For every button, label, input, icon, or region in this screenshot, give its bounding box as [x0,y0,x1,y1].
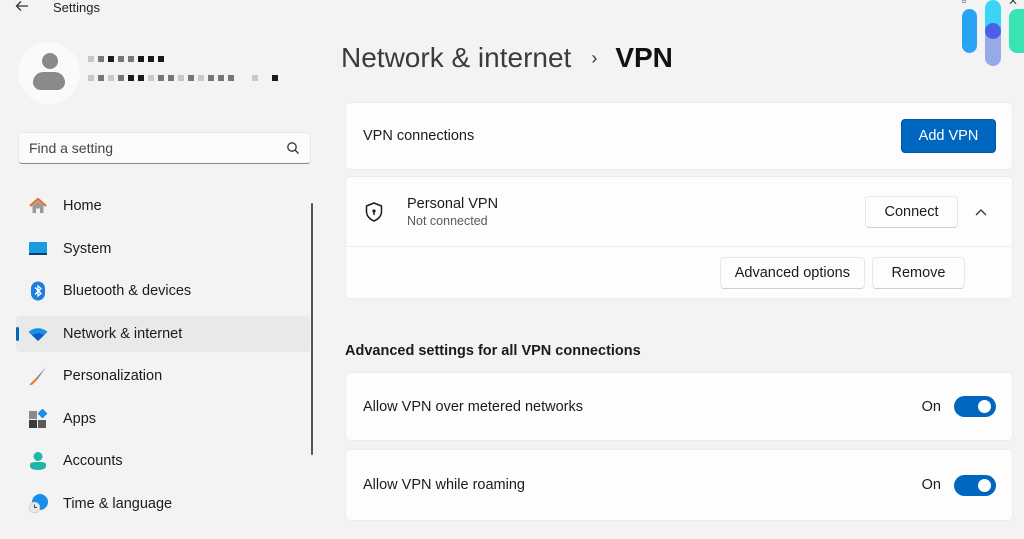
arrow-left-icon [15,1,28,11]
sidebar-item-bluetooth[interactable]: Bluetooth & devices [16,273,310,309]
toggle-state-label: On [921,477,941,493]
avatar[interactable] [18,42,80,104]
sidebar-scrollbar[interactable] [311,203,313,455]
search-box[interactable] [18,132,311,164]
search-input[interactable] [29,140,286,156]
roaming-toggle[interactable] [954,474,996,496]
chevron-up-icon [975,208,987,215]
title-bar: Settings ▫ ✕ [0,0,1024,22]
back-button[interactable] [14,0,36,18]
logo-bar-right [1009,9,1024,53]
setting-label: Allow VPN over metered networks [363,398,583,415]
sidebar-item-network[interactable]: Network & internet [16,315,310,352]
page-title: VPN [615,42,673,73]
brand-logo [960,0,1024,70]
profile-name-redacted [88,56,164,62]
setting-row-metered: Allow VPN over metered networks On [345,372,1013,441]
apps-icon [29,408,48,428]
sidebar-item-label: Accounts [63,453,123,469]
vpn-status: Not connected [407,213,488,228]
account-icon [30,452,46,470]
vpn-connections-label: VPN connections [363,128,475,144]
user-avatar-icon-body [33,72,65,90]
toggle-knob [978,400,991,413]
vpn-name: Personal VPN [407,195,499,212]
section-title: Advanced settings for all VPN connection… [345,343,641,359]
metered-networks-toggle[interactable] [954,396,996,417]
logo-bar-left [962,9,977,53]
time-language-icon [28,493,48,513]
sidebar-item-label: Network & internet [63,325,183,342]
sidebar-item-label: System [63,240,112,257]
sidebar-item-label: Home [63,198,102,214]
connect-button[interactable]: Connect [865,195,958,228]
search-icon[interactable] [286,141,300,155]
sidebar-item-system[interactable]: System [16,231,310,267]
sidebar-item-label: Apps [63,410,97,427]
chevron-right-icon: › [591,47,598,68]
toggle-state-label: On [921,398,941,415]
setting-label: Allow VPN while roaming [363,477,525,493]
logo-dot [985,23,1001,39]
add-vpn-button[interactable]: Add VPN [901,119,996,153]
wifi-icon [28,327,48,341]
toggle-knob [978,478,991,492]
shield-lock-icon [365,201,383,222]
advanced-options-button[interactable]: Advanced options [719,257,865,289]
sidebar-item-home[interactable]: Home [16,188,310,224]
vpn-profile-card: Personal VPN Not connected Connect Advan… [345,176,1013,299]
sidebar-nav: Home System Bluetooth & devices Network … [16,188,310,528]
user-avatar-icon [42,53,58,69]
remove-button[interactable]: Remove [872,257,965,289]
setting-row-roaming: Allow VPN while roaming On [345,449,1013,521]
sidebar-item-label: Time & language [63,495,173,512]
app-title: Settings [53,0,100,15]
sidebar-item-apps[interactable]: Apps [16,401,310,437]
vpn-connections-card: VPN connections Add VPN [345,102,1013,170]
sidebar-item-label: Personalization [63,368,163,384]
home-icon [29,197,47,213]
system-display-icon [29,241,47,255]
vpn-profile-header[interactable]: Personal VPN Not connected Connect [346,177,1012,247]
bluetooth-icon [31,281,45,301]
breadcrumb-parent[interactable]: Network & internet [341,42,571,74]
sidebar-item-personalization[interactable]: Personalization [16,358,310,394]
breadcrumb: Network & internet › VPN [341,42,673,74]
collapse-button[interactable] [966,197,996,227]
profile-email-redacted [88,75,278,81]
sidebar-item-accounts[interactable]: Accounts [16,443,310,479]
paintbrush-icon [29,367,46,386]
sidebar-item-time-language[interactable]: Time & language [16,486,310,522]
sidebar-item-label: Bluetooth & devices [63,283,192,299]
